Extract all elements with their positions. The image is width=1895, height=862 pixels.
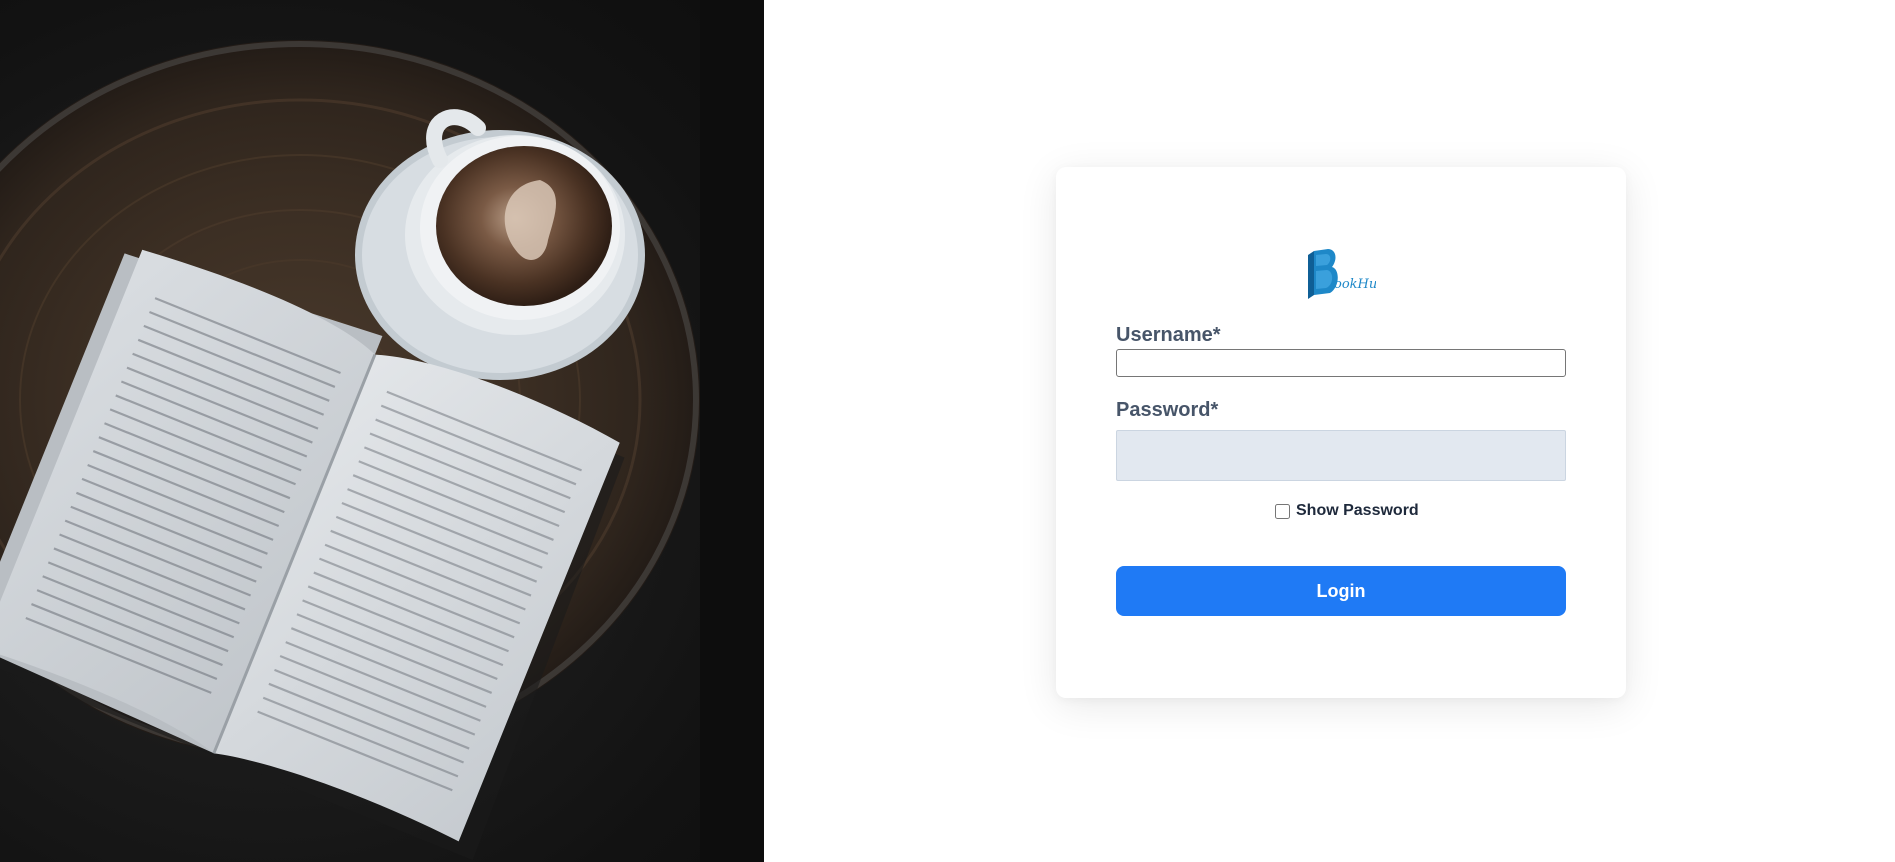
password-label: Password*: [1116, 399, 1219, 421]
username-label: Username*: [1116, 324, 1221, 346]
show-password-row: Show Password: [1275, 502, 1419, 520]
logo-wordmark: ookHub: [1334, 277, 1376, 292]
book-coffee-illustration: [0, 0, 764, 862]
login-button[interactable]: Login: [1116, 566, 1566, 616]
book-logo-icon: ookHub: [1308, 249, 1386, 299]
login-area: ookHub Username* Password* Show Password…: [764, 0, 1895, 862]
show-password-checkbox[interactable]: [1275, 503, 1290, 519]
username-input[interactable]: [1116, 349, 1566, 377]
bookhub-logo: ookHub: [1306, 247, 1386, 303]
login-page: ookHub Username* Password* Show Password…: [0, 0, 1895, 862]
show-password-label[interactable]: Show Password: [1296, 502, 1419, 520]
password-input[interactable]: [1116, 430, 1566, 481]
login-card: ookHub Username* Password* Show Password…: [1056, 167, 1626, 698]
hero-image: [0, 0, 764, 862]
